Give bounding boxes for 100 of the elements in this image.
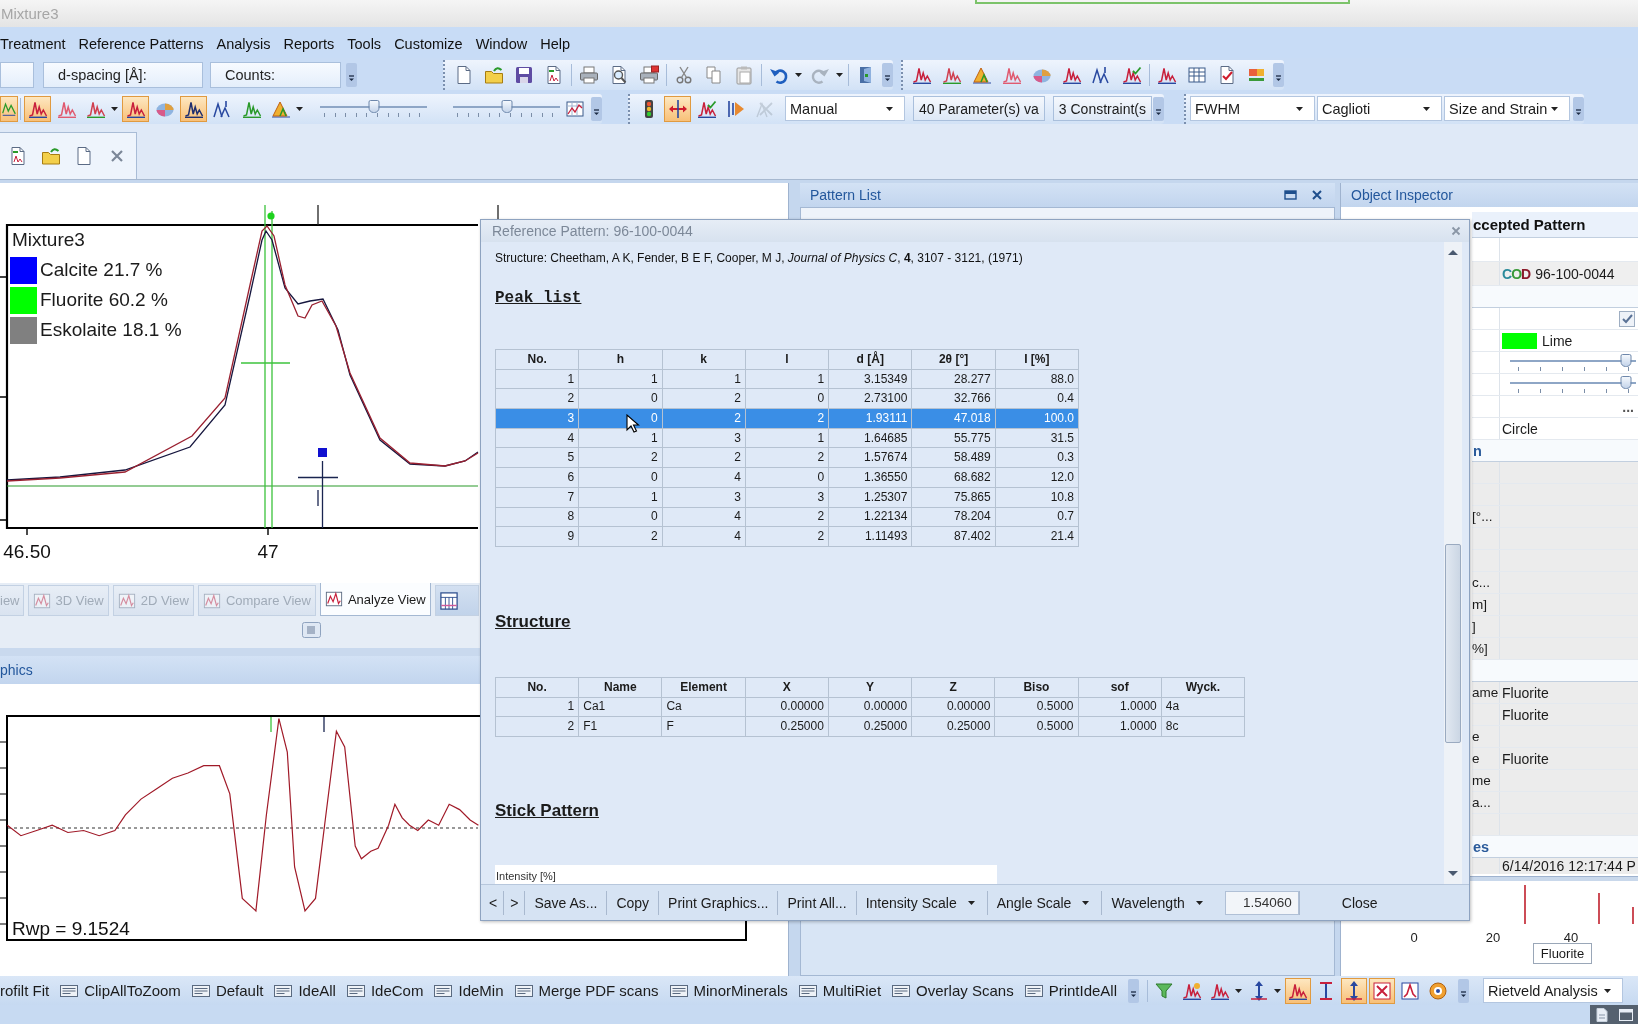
peak-chart-icon[interactable]: [912, 65, 932, 85]
macro-button[interactable]: IdeMin: [428, 978, 509, 1003]
caret-icon[interactable]: [795, 73, 802, 77]
dialog-button[interactable]: Save As...: [525, 888, 607, 917]
dialog-button[interactable]: Close: [1319, 888, 1400, 917]
slider-thumb[interactable]: [368, 99, 379, 113]
chart-table-icon[interactable]: [565, 98, 585, 119]
peak-chart-icon[interactable]: [1157, 65, 1177, 85]
toolbar-options-icon[interactable]: [1153, 96, 1164, 121]
macro-button[interactable]: Overlay Scans: [886, 978, 1019, 1003]
printer-setup-icon[interactable]: [639, 65, 659, 85]
macro-button[interactable]: MinorMinerals: [663, 978, 793, 1003]
macro-button[interactable]: Default: [185, 978, 269, 1003]
scrollbar-thumb[interactable]: [1445, 544, 1461, 743]
slider-thumb[interactable]: [1620, 376, 1632, 389]
document-tab[interactable]: [0, 132, 137, 179]
menu-item[interactable]: Tools: [347, 35, 382, 52]
print-preview-icon[interactable]: [609, 65, 629, 85]
peak-chart-icon[interactable]: [1062, 65, 1082, 85]
caret-icon[interactable]: [111, 106, 118, 111]
table-row[interactable]: 6 0 4 0 1.36550 68.682 12.0: [495, 467, 1079, 488]
close-icon[interactable]: [110, 149, 124, 163]
toggle-button[interactable]: [0, 95, 18, 122]
category-header[interactable]: es: [1472, 836, 1638, 858]
macro-button[interactable]: Merge PDF scans: [508, 978, 664, 1003]
toolbar-options-icon[interactable]: [1573, 96, 1584, 121]
document-icon[interactable]: [454, 65, 474, 85]
macro-button[interactable]: PrintIdeAll: [1018, 978, 1123, 1003]
dropdown[interactable]: Manual: [785, 96, 905, 121]
peak-chart-icon[interactable]: [1122, 65, 1142, 85]
dialog-button[interactable]: >: [504, 888, 525, 917]
chart-document-icon[interactable]: [544, 65, 564, 85]
wavelength-field[interactable]: 1.54060: [1224, 890, 1299, 915]
table-row[interactable]: 1 1 1 1 3.15349 28.277 88.0: [495, 369, 1079, 389]
dialog-button[interactable]: Copy: [607, 888, 659, 917]
slider-thumb[interactable]: [1620, 354, 1632, 367]
view-tab[interactable]: [434, 585, 479, 616]
caret-icon[interactable]: [296, 106, 303, 111]
slider-thumb[interactable]: [501, 99, 512, 113]
menu-item[interactable]: Analysis: [216, 35, 271, 52]
table-row[interactable]: 7 1 3 3 1.25307 75.865 10.8: [495, 487, 1079, 507]
macro-button[interactable]: IdeCom: [340, 978, 429, 1003]
macro-button[interactable]: rofilt Fit: [0, 978, 55, 1003]
window-icon[interactable]: [1618, 1006, 1634, 1023]
menu-item[interactable]: Reports: [283, 35, 335, 52]
table-row[interactable]: 5 2 2 2 1.57674 58.489 0.3: [495, 447, 1079, 468]
scrollbar[interactable]: [1444, 242, 1462, 884]
toggle-button[interactable]: [122, 95, 149, 122]
table-row[interactable]: 9 2 4 2 1.11493 87.402 21.4: [495, 526, 1079, 547]
toggle-button[interactable]: [664, 95, 691, 122]
macro-button[interactable]: ClipAllToZoom: [54, 978, 186, 1003]
caret-icon[interactable]: [836, 73, 843, 77]
macro-button[interactable]: MultiRiet: [792, 978, 887, 1003]
dialog-button[interactable]: <: [483, 888, 504, 917]
table-icon[interactable]: [1187, 65, 1207, 85]
peak-chart-icon[interactable]: [942, 65, 962, 85]
table-row[interactable]: 2 0 2 0 2.73100 32.766 0.4: [495, 388, 1079, 409]
toggle-button[interactable]: [180, 95, 207, 122]
peak-chart-icon[interactable]: [1002, 65, 1022, 85]
scroll-up-icon[interactable]: [1447, 248, 1459, 257]
toolbar-options-icon[interactable]: [591, 96, 602, 121]
folder-icon[interactable]: [41, 146, 61, 166]
category-header[interactable]: n: [1472, 440, 1638, 462]
dropdown[interactable]: Rietveld Analysis: [1483, 978, 1624, 1003]
toolbar-options-icon[interactable]: [882, 63, 893, 87]
restore-window-icon[interactable]: [1284, 189, 1297, 201]
splitter-handle[interactable]: [302, 622, 321, 638]
toggle-button[interactable]: [1341, 977, 1368, 1004]
status-field[interactable]: 3 Constraint(s: [1052, 96, 1152, 121]
close-icon[interactable]: [1311, 189, 1323, 201]
toggle-button[interactable]: [1369, 977, 1396, 1004]
input-field[interactable]: [0, 62, 34, 88]
view-tab[interactable]: Analyze View: [319, 583, 431, 616]
cut-icon[interactable]: [674, 65, 694, 85]
toggle-button[interactable]: [24, 95, 51, 122]
ellipsis-button[interactable]: ...: [1622, 398, 1634, 415]
menu-item[interactable]: Help: [540, 35, 571, 52]
dropdown-button[interactable]: Wavelength: [1102, 888, 1215, 917]
table-row[interactable]: 8 0 4 2 1.22134 78.204 0.7: [495, 507, 1079, 527]
toggle-button[interactable]: [1285, 977, 1312, 1004]
dialog-button[interactable]: Print All...: [778, 888, 856, 917]
peak-chart-icon[interactable]: [972, 65, 992, 85]
macro-button[interactable]: IdeAll: [268, 978, 341, 1003]
document-icon[interactable]: [1594, 1006, 1610, 1023]
checked-document-icon[interactable]: [1217, 65, 1237, 85]
toolbar-options-icon[interactable]: [1273, 63, 1284, 87]
scroll-down-icon[interactable]: [1447, 869, 1459, 878]
menu-item[interactable]: Customize: [394, 35, 463, 52]
dropdown-button[interactable]: Angle Scale: [987, 888, 1102, 917]
toolbar-options-icon[interactable]: [346, 63, 357, 87]
toolbar-options-icon[interactable]: [1128, 978, 1140, 1003]
save-icon[interactable]: [514, 65, 534, 85]
status-field[interactable]: 40 Parameter(s) va: [913, 96, 1045, 121]
document-icon[interactable]: [74, 146, 94, 166]
peak-pair-icon[interactable]: [1092, 65, 1112, 85]
menu-item[interactable]: Treatment: [0, 35, 66, 52]
caret-icon[interactable]: [1235, 988, 1243, 993]
table-row[interactable]: 4 1 3 1 1.64685 55.775 31.5: [495, 428, 1079, 448]
chart-document-icon[interactable]: [8, 146, 28, 166]
menu-item[interactable]: Reference Patterns: [78, 35, 204, 52]
